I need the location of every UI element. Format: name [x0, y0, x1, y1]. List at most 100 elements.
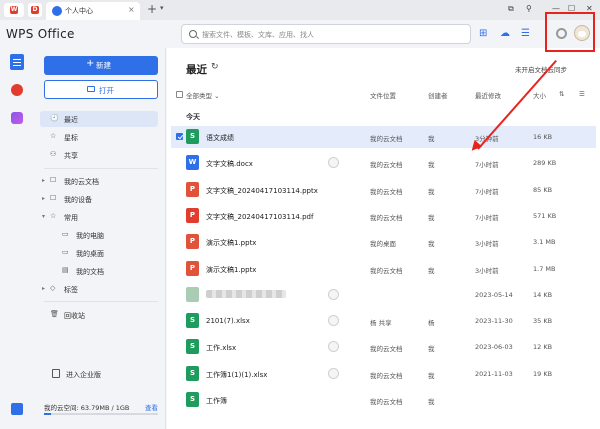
sort-icon[interactable]: ⇅ — [559, 90, 564, 98]
sidebar-item-cloud-docs[interactable]: ▸ ☐ 我的云文档 — [40, 173, 158, 189]
file-size: 3.1 MB — [533, 238, 556, 247]
new-tab-button[interactable]: + — [147, 2, 157, 16]
sidebar-item-recent[interactable]: 🕘 最近 — [40, 111, 158, 127]
file-name[interactable]: 文字文稿_20240417103114.pdf — [206, 212, 313, 222]
file-name[interactable]: 工作.xlsx — [206, 343, 236, 353]
enterprise-button[interactable]: 进入企业版 — [44, 366, 158, 382]
table-row[interactable]: S语文成绩我的云文档我3分钟前16 KB — [171, 126, 596, 148]
file-name[interactable]: 演示文稿1.pptx — [206, 238, 256, 248]
table-row[interactable]: P 文字文稿_20240417103114.pdf 我的云文档 我 7小时前 571 KB — [171, 205, 596, 227]
file-name[interactable]: 文字文稿.docx — [206, 159, 253, 169]
file-size: 19 KB — [533, 369, 553, 378]
file-name[interactable]: 语文成绩 — [206, 133, 234, 143]
cloud-doc-icon: ☐ — [50, 176, 57, 184]
collaborator-avatar[interactable] — [328, 315, 339, 327]
table-row[interactable]: P 文字文稿_20240417103114.pptx 我的云文档 我 7小时前 85 KB — [171, 179, 596, 201]
file-name[interactable]: 2101(7).xlsx — [206, 317, 250, 325]
column-type-filter[interactable]: 全部类型 ⌄ — [186, 90, 220, 100]
collaborator-avatar[interactable] — [328, 367, 339, 379]
star-icon: ☆ — [50, 132, 57, 140]
clock-icon: 🕘 — [50, 114, 59, 122]
window-restore-icon[interactable]: ⧉ — [508, 4, 514, 14]
file-modified: 7小时前 — [475, 213, 499, 222]
column-size[interactable]: 大小 — [533, 90, 546, 100]
cloud-sync-status[interactable]: 未开启文档云同步 — [515, 64, 567, 74]
personal-center-icon — [52, 6, 62, 16]
file-name[interactable]: 演示文稿1.pptx — [206, 265, 256, 275]
column-modified[interactable]: 最近修改 — [475, 90, 501, 100]
app-header: WPS Office 搜索文件、模板、文库、应用、找人 ⊞ ☁ ☰ — [0, 20, 600, 48]
view-space-link[interactable]: 查看 — [145, 402, 158, 412]
sidebar-item-my-desktop[interactable]: ▭ 我的桌面 — [40, 245, 158, 261]
table-row[interactable]: S 工作簿1(1)(1).xlsx 我的云文档 我 2021-11-03 19 KB — [171, 363, 596, 385]
file-modified: 2021-11-03 — [475, 369, 513, 378]
sidebar-item-label: 回收站 — [64, 312, 85, 320]
plus-icon: + — [86, 58, 95, 69]
file-modified: 2023-06-03 — [475, 343, 513, 352]
expand-arrow-icon[interactable]: ▸ — [42, 285, 45, 292]
search-placeholder: 搜索文件、模板、文库、应用、找人 — [202, 31, 314, 39]
docer-button[interactable]: D — [28, 3, 42, 17]
collaborator-avatar[interactable] — [328, 341, 339, 353]
tab-list-chevron-icon[interactable]: ▾ — [160, 4, 164, 12]
file-modified: 3小时前 — [475, 240, 499, 249]
sidebar-item-label: 我的电脑 — [76, 232, 104, 240]
sidebar-item-my-documents[interactable]: ▤ 我的文档 — [40, 263, 158, 279]
new-button[interactable]: + 新建 — [44, 56, 158, 75]
column-location[interactable]: 文件位置 — [370, 90, 396, 100]
blurred-filename — [206, 289, 286, 298]
search-input[interactable]: 搜索文件、模板、文库、应用、找人 — [181, 24, 471, 44]
file-size: 14 KB — [533, 290, 553, 299]
open-button[interactable]: 打开 — [44, 80, 158, 99]
sidebar-item-trash[interactable]: 🗑 回收站 — [40, 307, 158, 323]
pin-icon[interactable]: ⚲ — [526, 4, 532, 13]
table-row[interactable]: P 演示文稿1.pptx 我的桌面 我 3小时前 3.1 MB — [171, 231, 596, 253]
file-name[interactable]: 文字文稿_20240417103114.pptx — [206, 186, 318, 196]
expand-arrow-icon[interactable]: ▸ — [42, 195, 45, 202]
sidebar-item-frequent[interactable]: ▾ ☆ 常用 — [40, 209, 158, 225]
tab-personal-center[interactable]: 个人中心 × — [46, 2, 140, 20]
wps-home-button[interactable]: W — [4, 3, 24, 17]
view-mode-icon[interactable]: ☰ — [579, 90, 585, 98]
file-name[interactable]: 工作簿 — [206, 396, 227, 406]
docer-logo-icon: D — [31, 6, 39, 14]
documents-icon[interactable] — [10, 54, 24, 70]
refresh-icon[interactable]: ↻ — [211, 62, 219, 72]
sidebar-item-label: 标签 — [64, 286, 78, 294]
collaborator-avatar[interactable] — [328, 288, 339, 300]
menu-icon[interactable]: ☰ — [521, 28, 530, 39]
file-name[interactable]: 工作簿1(1)(1).xlsx — [206, 370, 267, 380]
column-creator[interactable]: 创建者 — [428, 90, 448, 100]
file-location: 我的云文档 — [370, 161, 403, 170]
table-row[interactable]: S 2101(7).xlsx 杨 共享 杨 2023-11-30 35 KB — [171, 310, 596, 332]
sidebar-item-my-devices[interactable]: ▸ ☐ 我的设备 — [40, 191, 158, 207]
table-row[interactable]: W 文字文稿.docx 我的云文档 我 7小时前 289 KB — [171, 152, 596, 174]
collapse-arrow-icon[interactable]: ▾ — [42, 213, 45, 220]
sidebar-item-starred[interactable]: ☆ 星标 — [40, 129, 158, 145]
table-row[interactable]: P 演示文稿1.pptx 我的云文档 我 3小时前 1.7 MB — [171, 258, 596, 280]
apps-grid-icon[interactable]: ⊞ — [479, 28, 487, 39]
cloud-space-label: 我的云空间: 63.79MB / 1GB — [44, 404, 130, 412]
sidebar-item-shared[interactable]: ⚇ 共享 — [40, 147, 158, 163]
expand-arrow-icon[interactable]: ▸ — [42, 177, 45, 184]
apps-icon[interactable] — [11, 112, 23, 124]
file-location: 我的桌面 — [370, 240, 396, 249]
docer-icon[interactable] — [11, 84, 23, 96]
sidebar-item-my-computer[interactable]: ▭ 我的电脑 — [40, 227, 158, 243]
collaborator-avatar[interactable] — [328, 157, 339, 169]
select-all-checkbox[interactable] — [176, 91, 183, 98]
sidebar-item-tags[interactable]: ▸ ◇ 标签 — [40, 281, 158, 297]
row-checkbox[interactable] — [176, 133, 183, 140]
table-row[interactable]: S 工作簿 我的云文档 我 — [171, 389, 596, 411]
tab-label: 个人中心 — [65, 7, 93, 15]
tab-close-icon[interactable]: × — [128, 5, 135, 14]
table-row[interactable]: S 工作.xlsx 我的云文档 我 2023-06-03 12 KB — [171, 336, 596, 358]
file-location: 我的云文档 — [370, 371, 403, 380]
cloud-sync-icon[interactable]: ☁ — [500, 28, 510, 39]
table-row[interactable]: 2023-05-14 14 KB — [171, 284, 596, 306]
file-modified: 3小时前 — [475, 266, 499, 275]
tag-icon: ◇ — [50, 284, 56, 292]
file-creator: 我 — [428, 213, 435, 222]
file-creator: 杨 — [428, 319, 435, 328]
cloud-drive-icon[interactable] — [11, 403, 23, 415]
